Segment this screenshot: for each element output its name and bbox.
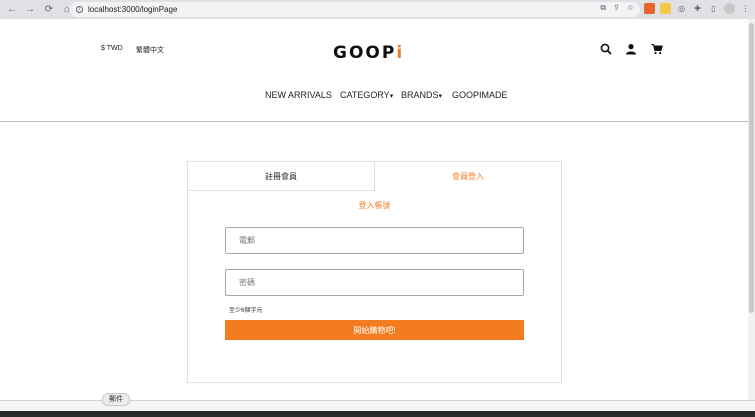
browser-toolbar: ← → ⟳ ⌂ i localhost:3000/loginPage ⧉ ⇪ ☆… — [0, 0, 755, 19]
menu-kebab-icon[interactable]: ⋮ — [740, 3, 751, 14]
extensions-area: ◎ ✚ ▯ ⋮ — [644, 3, 751, 14]
chevron-down-icon: ▾ — [438, 93, 443, 100]
profile-avatar-icon[interactable] — [724, 3, 735, 14]
password-hint: 至少6個字元 — [229, 308, 263, 314]
url-text: localhost:3000/loginPage — [88, 5, 178, 14]
nav-goopimade[interactable]: GOOPIMADE — [452, 90, 508, 100]
site-logo[interactable]: GOOPi — [333, 43, 404, 63]
logo-suffix: i — [396, 43, 405, 63]
nav-category[interactable]: CATEGORY▾ — [340, 90, 393, 100]
dock-bar — [0, 411, 755, 417]
mail-tooltip: 郵件 — [102, 393, 130, 406]
login-title: 登入帳號 — [358, 201, 391, 210]
back-icon[interactable]: ← — [4, 2, 20, 18]
puzzle-icon[interactable]: ✚ — [692, 3, 703, 14]
page-scrollbar[interactable] — [748, 19, 755, 400]
email-field[interactable] — [225, 227, 524, 254]
language-selector[interactable]: 繁體中文 — [136, 45, 164, 55]
nav-category-label: CATEGORY — [340, 90, 390, 100]
logo-text: GOOP — [333, 43, 397, 63]
site-info-icon[interactable]: i — [76, 6, 83, 13]
chevron-down-icon: ▾ — [389, 93, 394, 100]
search-icon[interactable] — [600, 43, 612, 55]
password-field[interactable] — [225, 269, 524, 296]
nav-new-arrivals[interactable]: NEW ARRIVALS — [265, 90, 332, 100]
reload-icon[interactable]: ⟳ — [41, 2, 57, 18]
extension-icon-1[interactable] — [644, 3, 655, 14]
site-header: $ TWD 繁體中文 GOOPi NEW ARRIVALS CATEGORY▾ … — [0, 19, 755, 122]
address-bar[interactable]: i localhost:3000/loginPage ⧉ ⇪ ☆ — [70, 2, 640, 17]
submit-login-button[interactable]: 開始購物吧! — [225, 320, 524, 340]
currency-selector[interactable]: $ TWD — [101, 45, 123, 52]
extension-icon-2[interactable] — [660, 3, 671, 14]
extension-icon-3[interactable]: ◎ — [676, 3, 687, 14]
user-icon[interactable] — [625, 43, 637, 55]
bookmark-star-icon[interactable]: ☆ — [627, 3, 634, 13]
tab-login[interactable]: 會員登入 — [375, 162, 561, 191]
share-icon[interactable]: ⇪ — [613, 3, 620, 13]
scrollbar-thumb[interactable] — [749, 23, 754, 313]
auth-card: 註冊會員 會員登入 登入帳號 至少6個字元 開始購物吧! — [187, 161, 562, 383]
cart-icon[interactable] — [651, 43, 663, 55]
forward-icon[interactable]: → — [22, 2, 38, 18]
tab-register[interactable]: 註冊會員 — [188, 162, 375, 191]
nav-brands[interactable]: BRANDS▾ — [401, 90, 442, 100]
nav-brands-label: BRANDS — [401, 90, 439, 100]
sidebar-icon[interactable]: ▯ — [708, 3, 719, 14]
translate-icon[interactable]: ⧉ — [600, 3, 606, 13]
